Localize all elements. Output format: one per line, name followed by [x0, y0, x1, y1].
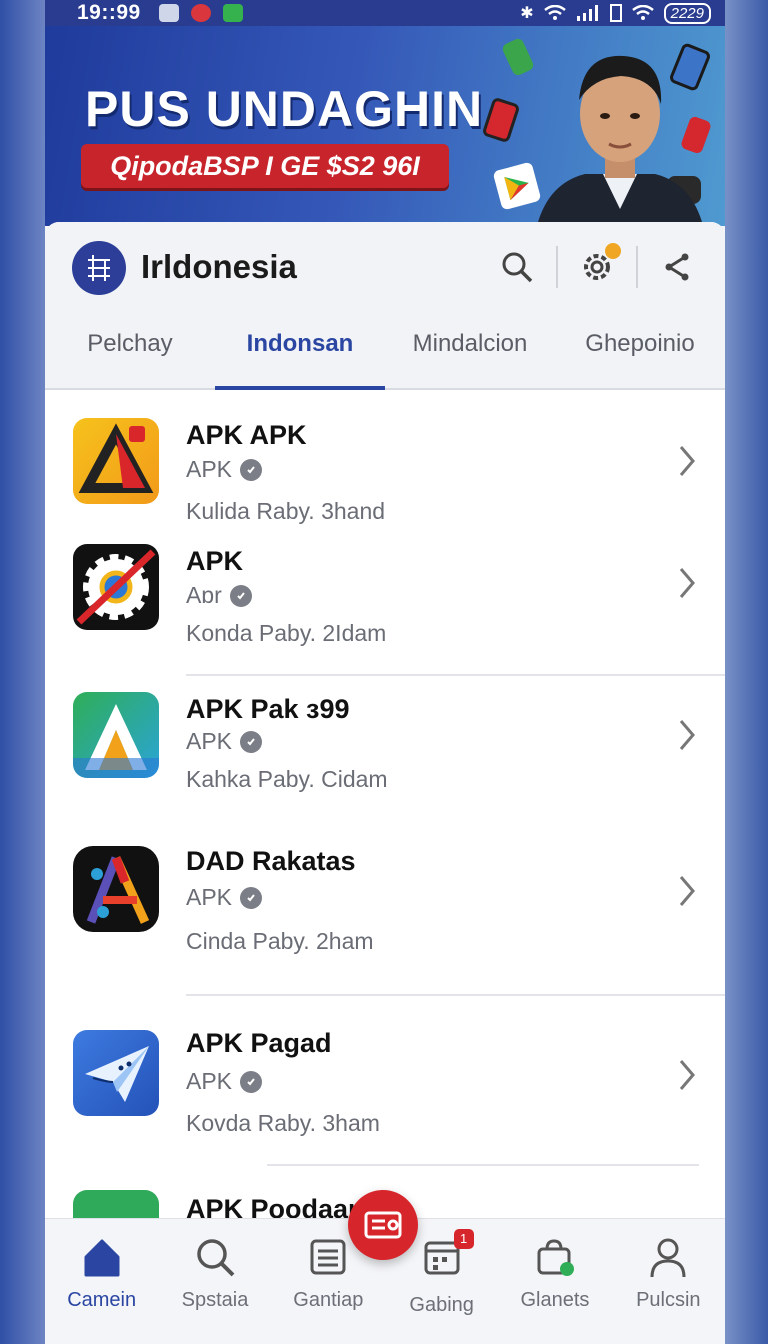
- app-tag: APK: [186, 728, 263, 755]
- verified-icon: [229, 584, 252, 607]
- search-icon: [197, 1239, 235, 1277]
- chevron-right-icon[interactable]: [677, 1058, 697, 1092]
- battery-indicator: 2229: [663, 2, 711, 24]
- wifi-icon-2: [631, 5, 654, 20]
- list-item[interactable]: APK Pak ɜ99 APK Kahka Paby. Cidam: [45, 682, 725, 834]
- app-meta: Kovda Raby. 3ham: [186, 1110, 380, 1136]
- nav-bag[interactable]: Glanets: [498, 1219, 611, 1344]
- app-meta: Kulida Raby. 3hand: [186, 498, 386, 524]
- nav-label: Camein: [67, 1289, 137, 1311]
- tab-pelchay[interactable]: Pelchay: [45, 314, 215, 388]
- list-item[interactable]: APK Aɒr Konda Paby. 2Idam: [45, 540, 725, 682]
- signal-icon: [576, 5, 598, 21]
- sim-icon: [609, 4, 622, 22]
- nav-label: Spstaia: [181, 1289, 249, 1311]
- nav-label: Glanets: [520, 1289, 590, 1311]
- page-title: Irldonesia: [141, 248, 297, 285]
- app-tag: APK: [186, 456, 263, 483]
- chevron-right-icon[interactable]: [677, 566, 697, 600]
- ticket-icon: [364, 1211, 402, 1239]
- app-meta: Kahka Paby. Cidam: [186, 766, 388, 792]
- promo-banner[interactable]: PUS UNDAGHIN QipodaBSP I GE $S2 96I: [45, 26, 725, 226]
- letter-a-icon: [73, 692, 159, 778]
- app-name: APK Pagad: [186, 1028, 332, 1058]
- home-icon: [84, 1239, 120, 1277]
- app-meta: Cinda Paby. 2ham: [186, 928, 374, 954]
- app-logo-icon[interactable]: [72, 241, 126, 295]
- category-tabs: Pelchay Indonsan Mindalcion Ghepoinio: [45, 314, 725, 390]
- app-name: APK Pak ɜ99: [186, 694, 350, 724]
- app-list: APK APK APK Kulida Raby. 3hand APK Aɒr K…: [45, 400, 725, 1226]
- nav-profile[interactable]: Pulcsin: [612, 1219, 725, 1344]
- message-icon: [158, 4, 179, 22]
- app-tag: APK: [186, 884, 263, 911]
- settings-badge-icon: [605, 243, 621, 259]
- notification-icon: [190, 4, 211, 22]
- nav-label: Pulcsin: [636, 1289, 701, 1311]
- ticket-fab-button[interactable]: [348, 1190, 418, 1260]
- bluetooth-icon: ✱: [520, 5, 534, 22]
- battery-sticker-icon: [500, 36, 536, 78]
- app-name: DAD Rakatas: [186, 846, 356, 876]
- verified-icon: [240, 458, 263, 481]
- content-card: Irldonesia Pelchay Indonsan Mindalcion G…: [45, 222, 725, 1344]
- gear-chrome-icon: [73, 544, 159, 630]
- list-icon: [310, 1239, 346, 1275]
- paper-plane-icon: [73, 1030, 159, 1116]
- chevron-right-icon[interactable]: [677, 444, 697, 478]
- app-name: APK: [186, 546, 244, 576]
- tab-ghepoinio[interactable]: Ghepoinio: [555, 314, 725, 388]
- tab-mindalcion[interactable]: Mindalcion: [385, 314, 555, 388]
- bag-icon: [537, 1239, 574, 1276]
- toolbar-divider: [556, 246, 558, 288]
- search-icon[interactable]: [497, 247, 537, 287]
- nav-label: Gabing: [409, 1294, 474, 1316]
- app-tag: Aɒr: [186, 582, 252, 609]
- status-time: 19::99: [77, 1, 141, 24]
- wifi-icon: [543, 5, 566, 20]
- app-meta: Konda Paby. 2Idam: [186, 620, 387, 646]
- banner-subtitle: QipodaBSP I GE $S2 96I: [81, 144, 449, 188]
- nav-label: Gantiap: [293, 1289, 364, 1311]
- nav-home[interactable]: Camein: [45, 1219, 158, 1344]
- status-bar: 19::99 ✱ 2229: [45, 0, 725, 26]
- chevron-right-icon[interactable]: [677, 718, 697, 752]
- share-icon[interactable]: [657, 247, 697, 287]
- triangle-logo-icon: [73, 418, 159, 504]
- banner-title: PUS UNDAGHIN: [85, 81, 484, 137]
- verified-icon: [240, 730, 263, 753]
- list-item[interactable]: APK Pagad APK Kovda Raby. 3ham: [45, 996, 725, 1166]
- notification-badge: 1: [453, 1229, 474, 1249]
- verified-icon: [240, 886, 263, 909]
- verified-icon: [240, 1070, 263, 1093]
- toolbar-divider: [636, 246, 638, 288]
- phone-sticker-icon: [481, 96, 521, 144]
- list-item[interactable]: APK APK APK Kulida Raby. 3hand: [45, 400, 725, 540]
- app-name: APK APK: [186, 420, 307, 450]
- row-divider: [186, 674, 725, 676]
- chevron-right-icon[interactable]: [677, 874, 697, 908]
- phone-screen: 19::99 ✱ 2229 PUS UNDAGHIN QipodaBSP I G…: [45, 0, 725, 1344]
- settings-gear-icon[interactable]: [577, 243, 621, 287]
- tab-indonsan[interactable]: Indonsan: [215, 314, 385, 390]
- abstract-a-icon: [73, 846, 159, 932]
- app-tag: APK: [186, 1068, 263, 1095]
- app-notification-icon: [222, 4, 243, 22]
- nav-search[interactable]: Spstaia: [158, 1219, 271, 1344]
- app-header: Irldonesia: [45, 222, 725, 314]
- presenter-photo: [536, 55, 704, 226]
- person-icon: [650, 1238, 686, 1278]
- calendar-wrap: 1: [420, 1229, 474, 1284]
- list-item[interactable]: DAD Rakatas APK Cinda Paby. 2ham: [45, 834, 725, 996]
